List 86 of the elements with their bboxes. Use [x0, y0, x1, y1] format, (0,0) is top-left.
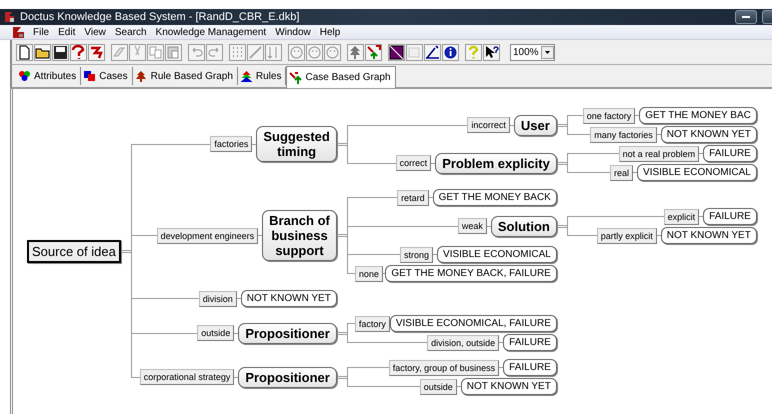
minimize-icon [741, 15, 751, 19]
edge-label: division, outside [427, 334, 500, 350]
menu-item[interactable]: Search [114, 26, 147, 38]
attribute-node: Problem explicity [435, 152, 557, 174]
edge-label: development engineers [156, 228, 258, 244]
edge-label: outside [420, 378, 457, 394]
outcome-node: VISIBLE ECONOMICAL, FAILURE [390, 315, 557, 332]
outcome-node: FAILURE [703, 145, 757, 162]
outcome-node: GET THE MONEY BACK, FAILURE [385, 265, 557, 282]
outcome-node: NOT KNOWN YET [660, 126, 757, 143]
edge-label: corporational strategy [140, 369, 234, 385]
arrows-icon [289, 72, 302, 84]
edge-label: partly explicit [596, 228, 657, 244]
outcome-node: FAILURE [503, 359, 557, 376]
tree-icon [134, 70, 148, 82]
face-icon[interactable] [306, 44, 323, 60]
menu-item[interactable]: Knowledge Management [156, 26, 266, 38]
tab[interactable]: Attributes [16, 67, 82, 85]
tab[interactable]: Rule Based Graph [132, 67, 238, 85]
outcome-node: NOT KNOWN YET [460, 378, 557, 395]
grid-icon[interactable] [229, 44, 246, 60]
outcome-node: GET THE MONEY BACK [432, 189, 557, 206]
squares-icon [83, 70, 96, 82]
edge-label: many factories [590, 126, 657, 142]
face-icon[interactable] [288, 44, 305, 60]
edge-label: incorrect [467, 117, 510, 133]
edge-label: factories [210, 136, 252, 152]
menu-item[interactable]: Window [275, 26, 311, 38]
page-icon[interactable] [16, 44, 33, 60]
window-title: Doctus Knowledge Based System - [RandD_CBR_E.dkb] [20, 11, 300, 23]
attribute-node: User [514, 114, 557, 136]
edge-label: correct [396, 155, 432, 171]
menu-item[interactable]: Edit [58, 26, 76, 38]
undo-icon[interactable] [188, 44, 205, 60]
folder-icon[interactable] [34, 44, 51, 60]
circles-icon [18, 70, 31, 82]
menu-item[interactable]: File [33, 26, 50, 38]
edge-label: one factory [582, 108, 636, 124]
minimize-button[interactable] [735, 10, 757, 24]
outcome-node: NOT KNOWN YET [660, 227, 757, 244]
attribute-node: Solution [490, 216, 557, 236]
outcome-node: NOT KNOWN YET [240, 290, 337, 307]
edge-label: division [198, 290, 237, 306]
outcome-node: GET THE MONEY BAC [639, 107, 757, 124]
edge-label: strong [400, 246, 434, 262]
menu-item[interactable]: View [84, 26, 106, 38]
tab[interactable]: Case Based Graph [286, 66, 396, 88]
pointer-help-icon[interactable] [483, 44, 500, 60]
tree-icon[interactable] [347, 44, 364, 60]
edge-label: retard [397, 190, 429, 206]
disk-icon[interactable] [52, 44, 69, 60]
triangles-icon [240, 70, 253, 82]
edge-label: explicit [664, 208, 700, 224]
ruler-icon[interactable] [424, 44, 441, 60]
attribute-node: Propositioner [238, 366, 337, 388]
sort-icon[interactable] [265, 44, 282, 60]
edge-label: outside [197, 325, 234, 341]
edge-label: weak [458, 218, 487, 234]
face-icon[interactable] [324, 44, 341, 60]
attribute-node: Suggested timing [256, 126, 337, 162]
tab[interactable]: Cases [81, 67, 133, 85]
edge-label: real [610, 164, 634, 180]
menu-item[interactable]: Help [320, 26, 340, 38]
root-node: Source of idea [27, 240, 121, 262]
info-icon[interactable] [442, 44, 459, 60]
attribute-node: Branch of business support [262, 210, 337, 261]
clipboard-icon[interactable] [165, 44, 182, 60]
outcome-node: FAILURE [503, 334, 557, 351]
outcome-node: VISIBLE ECONOMICAL [637, 164, 757, 181]
document-icon[interactable] [12, 26, 26, 38]
edge-label: none [354, 266, 383, 282]
edge-label: factory [354, 316, 390, 332]
maximize-button[interactable] [762, 10, 772, 24]
edge-label: factory, group of business [388, 360, 500, 376]
arrows-icon[interactable] [365, 44, 382, 60]
attribute-node: Propositioner [238, 322, 337, 344]
arrow-icon[interactable] [88, 44, 105, 60]
outcome-node: FAILURE [703, 208, 757, 225]
redo-icon[interactable] [206, 44, 223, 60]
edge-label: not a real problem [618, 146, 700, 162]
outcome-node: VISIBLE ECONOMICAL [437, 246, 557, 263]
app-icon [4, 11, 16, 23]
zoom-dropdown[interactable]: 100% [510, 44, 555, 60]
diagonal-icon[interactable] [388, 44, 405, 60]
copy-icon[interactable] [147, 44, 164, 60]
caret-icon [540, 46, 554, 58]
